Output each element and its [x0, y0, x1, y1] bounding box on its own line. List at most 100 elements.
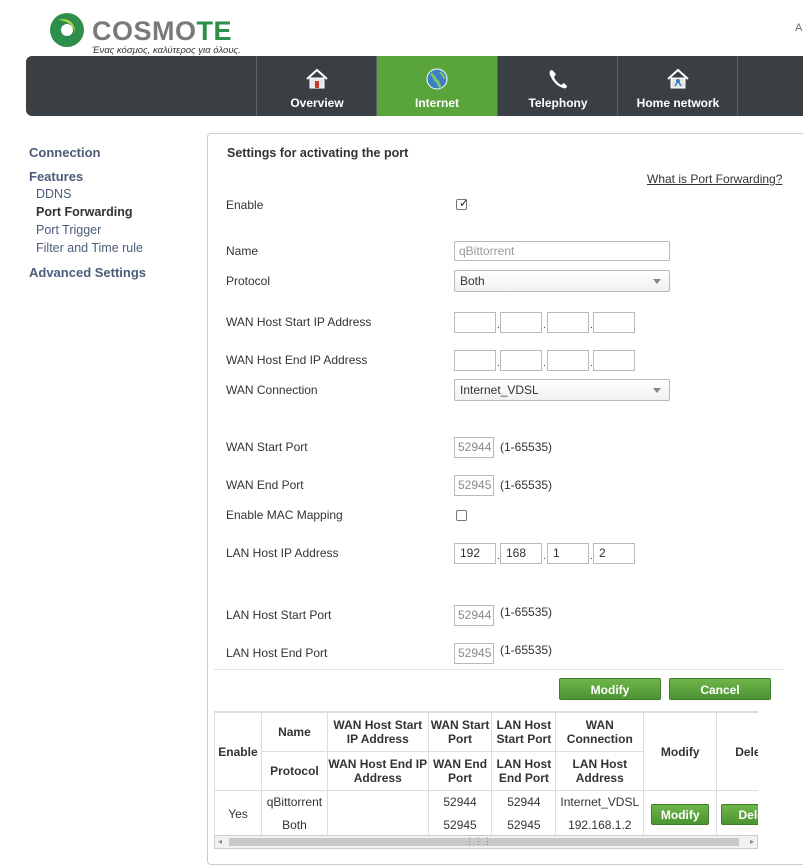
phone-icon — [549, 70, 567, 89]
sidebar-item-port-trigger[interactable]: Port Trigger — [36, 223, 101, 237]
row-modify-cell: Modify — [643, 790, 718, 836]
chevron-down-icon — [653, 279, 661, 284]
row-enable: Yes — [214, 790, 262, 836]
th-wan-end-ip: WAN Host End IP Address — [326, 751, 429, 791]
scroll-right-icon[interactable]: ▸ — [750, 837, 754, 846]
tab-internet[interactable]: Internet — [376, 56, 497, 116]
panel-title: Settings for activating the port — [227, 146, 409, 160]
main-navigation: Overview Internet Telephony Home network — [26, 56, 803, 116]
wan-end-ip-octet-2[interactable] — [500, 350, 542, 371]
scroll-left-icon[interactable]: ◂ — [218, 837, 222, 846]
th-wan-end-port: WAN End Port — [427, 751, 493, 791]
wan-connection-select[interactable]: Internet_VDSL — [454, 379, 670, 401]
grip-icon: ⋮⋮⋮ — [465, 836, 492, 846]
row-lan-end-port: 52945 — [507, 818, 541, 832]
th-wan-start-ip: WAN Host Start IP Address — [326, 712, 429, 752]
wan-end-ip-octet-1[interactable] — [454, 350, 496, 371]
th-protocol: Protocol — [260, 751, 328, 791]
row-wan-connection: Internet_VDSL — [560, 795, 640, 809]
wan-start-ip-octet-1[interactable] — [454, 312, 496, 333]
th-wan-connection: WAN Connection — [555, 712, 645, 752]
lan-ip-octet-4[interactable]: 2 — [593, 543, 635, 564]
lan-start-port-input[interactable]: 52944 — [454, 605, 494, 626]
enable-label: Enable — [226, 198, 264, 212]
tab-overview[interactable]: Overview — [256, 56, 377, 116]
protocol-select[interactable]: Both — [454, 270, 670, 292]
tab-overview-label: Overview — [290, 96, 344, 110]
sidebar-features[interactable]: Features — [29, 169, 83, 184]
protocol-value: Both — [460, 274, 485, 288]
wan-end-ip-octet-3[interactable] — [547, 350, 589, 371]
wan-start-port-range: (1-65535) — [500, 440, 553, 454]
wan-end-ip-octet-4[interactable] — [593, 350, 635, 371]
row-delete-button[interactable]: Dele — [721, 803, 758, 825]
wan-start-port-label: WAN Start Port — [226, 440, 308, 454]
modify-button[interactable]: Modify — [559, 678, 661, 700]
cancel-button[interactable]: Cancel — [669, 678, 771, 700]
wan-connection-value: Internet_VDSL — [460, 383, 539, 397]
lan-ip-octet-3[interactable]: 1 — [547, 543, 589, 564]
header-corner-link[interactable]: A — [795, 22, 802, 34]
table-row: Yes qBittorrent Both 52944 52945 52944 5… — [214, 790, 758, 836]
row-wan-end-port: 52945 — [443, 818, 477, 832]
row-lan-start-port: 52944 — [507, 795, 541, 809]
globe-icon — [426, 68, 448, 90]
row-lan-port-cell: 52944 52945 — [491, 790, 557, 836]
port-forwarding-table: Enable Name WAN Host Start IP Address WA… — [214, 711, 758, 836]
wan-start-ip-octet-3[interactable] — [547, 312, 589, 333]
sidebar-item-ddns[interactable]: DDNS — [36, 187, 71, 201]
sidebar-advanced-settings[interactable]: Advanced Settings — [29, 265, 146, 280]
wan-start-port-input[interactable]: 52944 — [454, 437, 494, 458]
lan-start-port-label: LAN Host Start Port — [226, 608, 332, 622]
lan-end-port-input[interactable]: 52945 — [454, 643, 494, 664]
enable-checkbox[interactable]: ✓ — [456, 196, 470, 210]
lan-end-port-range: (1-65535) — [500, 643, 553, 657]
tab-more[interactable] — [737, 56, 803, 116]
wan-end-ip-label: WAN Host End IP Address — [226, 353, 368, 367]
th-lan-start-port: LAN Host Start Port — [491, 712, 557, 752]
tab-telephony[interactable]: Telephony — [497, 56, 618, 116]
lan-ip-octet-2[interactable]: 168 — [500, 543, 542, 564]
ip-dot: . — [543, 551, 546, 562]
wan-start-ip-octet-4[interactable] — [593, 312, 635, 333]
ip-dot: . — [543, 358, 546, 369]
row-modify-button[interactable]: Modify — [651, 803, 710, 825]
th-modify: Modify — [643, 712, 718, 791]
tab-home-network[interactable]: Home network — [617, 56, 738, 116]
protocol-label: Protocol — [226, 274, 271, 288]
lan-ip-octet-1[interactable]: 192 — [454, 543, 496, 564]
row-wan-start-port: 52944 — [443, 795, 477, 809]
table-horizontal-scrollbar[interactable]: ◂ ⋮⋮⋮ ▸ — [214, 835, 758, 849]
network-house-icon — [667, 68, 689, 89]
sidebar-connection[interactable]: Connection — [29, 145, 101, 160]
th-lan-address: LAN Host Address — [555, 751, 645, 791]
lan-end-port-label: LAN Host End Port — [226, 646, 328, 660]
lan-start-port-range: (1-65535) — [500, 605, 553, 619]
sidebar-item-filter-time-rule[interactable]: Filter and Time rule — [36, 241, 143, 255]
lan-host-ip-label: LAN Host IP Address — [226, 546, 339, 560]
cosmote-logo-icon — [50, 13, 84, 47]
mac-mapping-checkbox[interactable] — [456, 510, 467, 521]
check-icon: ✓ — [459, 196, 470, 210]
tab-home-network-label: Home network — [636, 96, 720, 110]
house-icon — [306, 68, 328, 89]
th-name: Name — [260, 712, 328, 752]
wan-end-port-label: WAN End Port — [226, 478, 304, 492]
mac-mapping-label: Enable MAC Mapping — [226, 508, 343, 522]
ip-dot: . — [543, 320, 546, 331]
row-wan-port-cell: 52944 52945 — [427, 790, 493, 836]
row-wan-ip — [326, 790, 429, 836]
wan-start-ip-label: WAN Host Start IP Address — [226, 315, 372, 329]
chevron-down-icon — [653, 388, 661, 393]
wan-end-port-range: (1-65535) — [500, 478, 553, 492]
wan-end-port-input[interactable]: 52945 — [454, 475, 494, 496]
divider — [214, 669, 784, 670]
sidebar-item-port-forwarding[interactable]: Port Forwarding — [36, 205, 133, 219]
tab-telephony-label: Telephony — [528, 96, 588, 110]
help-link[interactable]: What is Port Forwarding? — [647, 172, 782, 186]
row-connection-cell: Internet_VDSL 192.168.1.2 — [555, 790, 645, 836]
wan-start-ip-octet-2[interactable] — [500, 312, 542, 333]
name-input[interactable]: qBittorrent — [454, 241, 670, 261]
name-label: Name — [226, 244, 259, 258]
brand-name: COSMOTE — [92, 16, 233, 46]
